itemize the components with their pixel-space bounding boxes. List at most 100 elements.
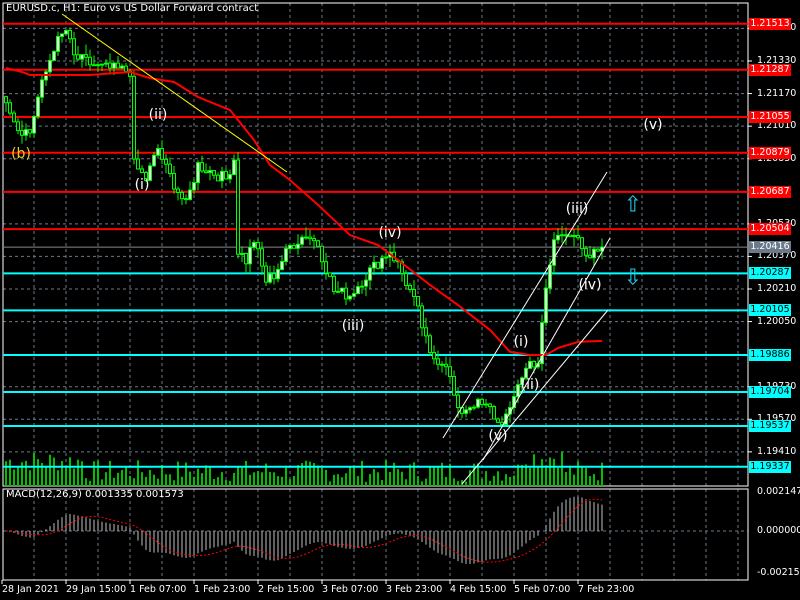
wave-label: (ii) <box>148 107 168 123</box>
wave-label: (b) <box>11 146 31 162</box>
candle-body <box>244 252 248 265</box>
candle-body <box>16 121 20 132</box>
candle-body <box>532 360 536 368</box>
candle-body <box>480 398 484 406</box>
candle-body <box>172 173 176 190</box>
candle-body <box>208 170 212 174</box>
candle-body <box>412 288 416 297</box>
candle-body <box>68 29 72 40</box>
candle-body <box>340 287 344 292</box>
candle-body <box>444 363 448 368</box>
candle-body <box>136 158 140 170</box>
candle-body <box>96 64 100 67</box>
candle-body <box>308 236 312 240</box>
candle-body <box>8 102 12 114</box>
candle-body <box>76 54 80 60</box>
candle-body <box>456 394 460 408</box>
price-level-tag: 1.20687 <box>749 185 791 198</box>
current-price-tag: 1.20416 <box>749 241 791 254</box>
wave-label: (iv) <box>378 225 402 241</box>
time-axis-label: 1 Feb 07:00 <box>130 584 187 595</box>
price-level-tag: 1.20105 <box>749 304 791 317</box>
candle-body <box>56 35 60 52</box>
candle-body <box>552 239 556 266</box>
candle-body <box>372 261 376 269</box>
candle-body <box>352 293 356 297</box>
candle-body <box>360 285 364 288</box>
price-level-tag: 1.20504 <box>749 223 791 236</box>
candle-body <box>224 170 228 180</box>
candle-body <box>268 273 272 283</box>
candle-body <box>36 96 40 117</box>
price-level-tag: 1.21513 <box>749 17 791 30</box>
wave-label: (ii) <box>520 377 540 393</box>
candle-body <box>368 267 372 281</box>
candle-body <box>596 248 600 252</box>
moving-average-line <box>5 66 603 356</box>
candle-body <box>332 275 336 293</box>
candle-body <box>80 54 84 60</box>
candle-body <box>216 174 220 182</box>
candle-body <box>100 63 104 66</box>
candle-body <box>248 246 252 265</box>
candle-body <box>84 54 88 58</box>
candle-body <box>548 264 552 289</box>
candle-body <box>592 248 596 259</box>
down-arrow-icon: ⇩ <box>623 265 643 291</box>
candle-body <box>440 363 444 366</box>
candle-body <box>556 234 560 241</box>
price-tick-label: 1.21170 <box>757 87 797 99</box>
price-level-tag: 1.20287 <box>749 267 791 280</box>
candle-body <box>428 335 432 353</box>
candle-body <box>380 257 384 269</box>
candle-body <box>560 234 564 237</box>
candle-body <box>576 235 580 239</box>
time-axis-label: 3 Feb 23:00 <box>386 584 443 595</box>
candle-body <box>152 154 156 167</box>
candle-body <box>384 256 388 259</box>
price-level-tag: 1.20879 <box>749 146 791 159</box>
candle-body <box>156 148 160 156</box>
wave-label: (i) <box>134 177 150 193</box>
candle-body <box>108 62 112 69</box>
candle-body <box>544 287 548 324</box>
macd-tick-label: 0.002147 <box>757 486 800 497</box>
candle-body <box>88 56 92 66</box>
candle-body <box>468 407 472 411</box>
candle-body <box>484 403 488 406</box>
candle-body <box>416 295 420 307</box>
candle-body <box>564 234 568 237</box>
price-level-tag: 1.21287 <box>749 63 791 76</box>
candle-body <box>436 358 440 365</box>
candle-body <box>528 360 532 369</box>
candle-body <box>300 236 304 245</box>
candle-body <box>188 189 192 201</box>
candle-body <box>20 130 24 136</box>
time-axis-label: 7 Feb 23:00 <box>578 584 635 595</box>
wave-label: (iv) <box>578 277 602 293</box>
candle-body <box>236 159 240 255</box>
candle-body <box>132 75 136 160</box>
candle-body <box>60 33 64 37</box>
time-axis-label: 1 Feb 23:00 <box>194 584 251 595</box>
candle-body <box>40 79 44 98</box>
candle-body <box>488 403 492 408</box>
candle-body <box>260 248 264 267</box>
candle-body <box>240 252 244 255</box>
candle-body <box>328 272 332 277</box>
candle-body <box>280 261 284 271</box>
candle-body <box>432 351 436 360</box>
candle-body <box>348 295 352 300</box>
up-arrow-icon: ⇧ <box>623 192 643 218</box>
macd-tick-label: 0.000000 <box>757 525 800 536</box>
candle-body <box>492 406 496 420</box>
candle-body <box>580 237 584 250</box>
candle-body <box>404 272 408 287</box>
price-tick-label: 1.20210 <box>757 282 797 294</box>
candle-body <box>264 265 268 283</box>
wave-label: (v) <box>643 117 663 133</box>
candle-body <box>232 159 236 176</box>
candle-body <box>64 29 68 35</box>
chart-title: EURUSD.c, H1: Euro vs US Dollar Forward … <box>6 3 259 14</box>
candle-body <box>160 148 164 160</box>
